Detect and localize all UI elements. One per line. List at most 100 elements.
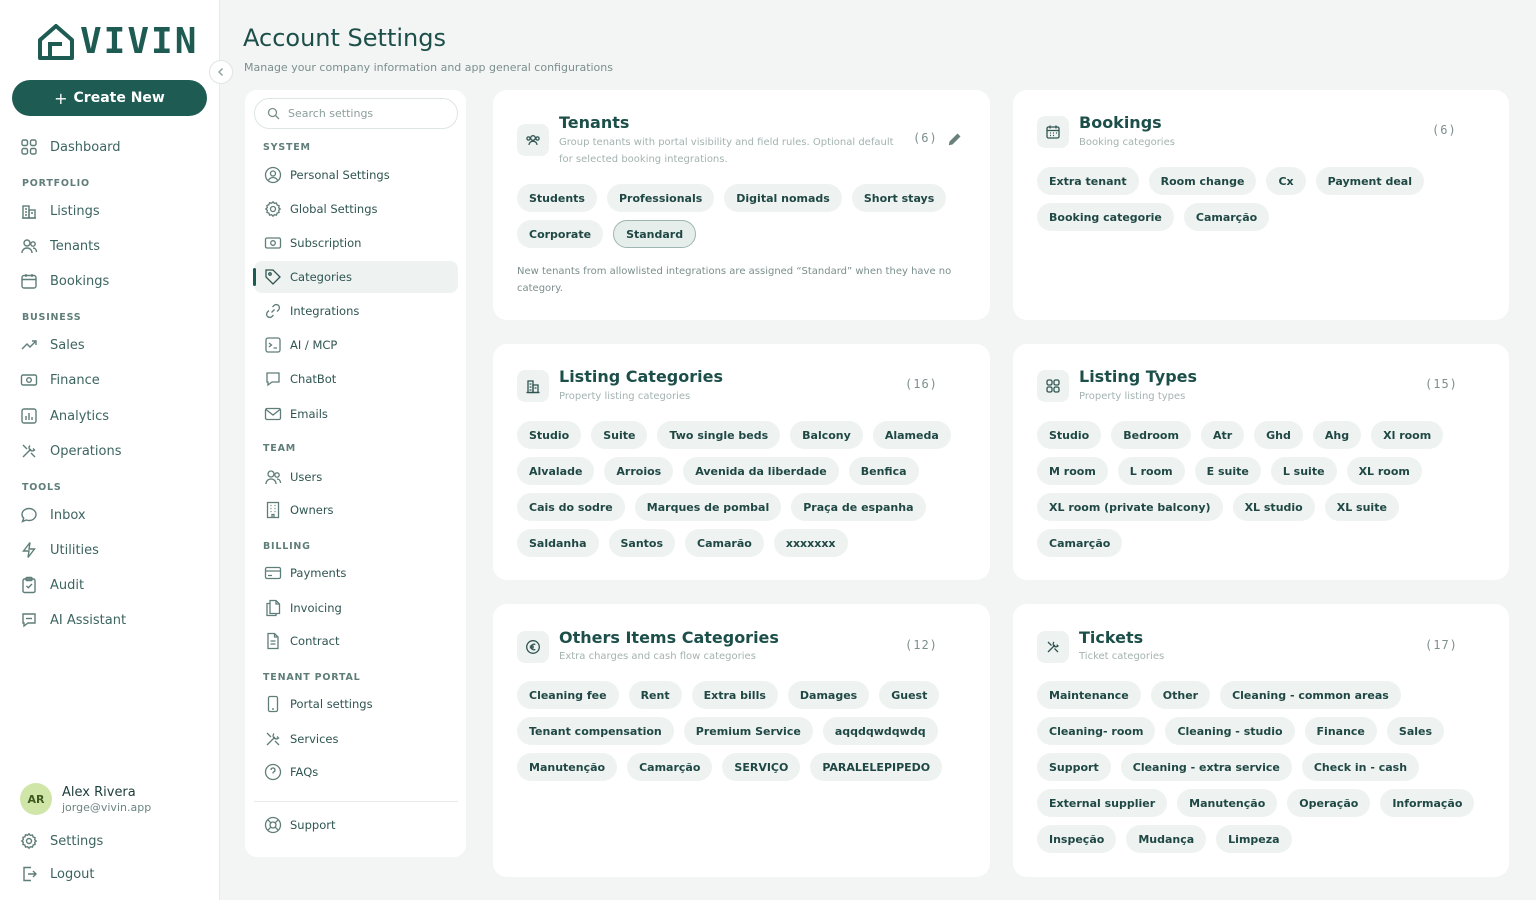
category-chip[interactable]: L room	[1117, 457, 1185, 485]
nav-item-inbox[interactable]: Inbox	[20, 503, 86, 527]
category-chip[interactable]: Finance	[1304, 717, 1377, 745]
category-chip[interactable]: XL suite	[1324, 493, 1399, 521]
category-chip[interactable]: Students	[517, 184, 597, 212]
search-input[interactable]	[288, 107, 438, 120]
category-chip[interactable]: Manutenção	[517, 753, 618, 781]
nav-item-finance[interactable]: Finance	[20, 368, 100, 392]
category-chip[interactable]: E suite	[1194, 457, 1261, 485]
category-chip[interactable]: Other	[1150, 681, 1211, 709]
category-chip[interactable]: Santos	[608, 529, 676, 557]
category-chip[interactable]: Praça de espanha	[791, 493, 926, 521]
category-chip[interactable]: Balcony	[790, 421, 863, 449]
create-new-button[interactable]: + Create New	[12, 80, 207, 116]
category-chip[interactable]: Rent	[628, 681, 682, 709]
menu-item-integrations[interactable]: Integrations	[254, 295, 458, 327]
category-chip[interactable]: Camarão	[685, 529, 764, 557]
category-chip[interactable]: Inspeção	[1037, 825, 1117, 853]
menu-item-contract[interactable]: Contract	[254, 625, 458, 657]
collapse-sidebar-button[interactable]	[209, 60, 233, 84]
category-chip[interactable]: Ghd	[1254, 421, 1303, 449]
category-chip[interactable]: Camarção	[1183, 203, 1270, 231]
category-chip[interactable]: L suite	[1270, 457, 1337, 485]
menu-item-services[interactable]: Services	[254, 723, 458, 755]
menu-item-subscription[interactable]: Subscription	[254, 227, 458, 259]
category-chip[interactable]: Support	[1037, 753, 1111, 781]
category-chip[interactable]: Atr	[1200, 421, 1245, 449]
category-chip[interactable]: Room change	[1148, 167, 1257, 195]
category-chip[interactable]: Camarção	[1037, 529, 1123, 557]
category-chip[interactable]: XL studio	[1232, 493, 1315, 521]
nav-item-analytics[interactable]: Analytics	[20, 404, 109, 428]
nav-item-utilities[interactable]: Utilities	[20, 538, 99, 562]
category-chip[interactable]: Cleaning - extra service	[1120, 753, 1292, 781]
category-chip[interactable]: Avenida da liberdade	[683, 457, 839, 485]
category-chip[interactable]: Short stays	[851, 184, 947, 212]
category-chip[interactable]: Operação	[1287, 789, 1371, 817]
category-chip[interactable]: Payment deal	[1315, 167, 1424, 195]
category-chip[interactable]: Limpeza	[1216, 825, 1292, 853]
category-chip[interactable]: External supplier	[1037, 789, 1168, 817]
menu-item-payments[interactable]: Payments	[254, 557, 458, 589]
menu-item-emails[interactable]: Emails	[254, 398, 458, 430]
nav-item-sales[interactable]: Sales	[20, 333, 85, 357]
category-chip[interactable]: Sales	[1386, 717, 1445, 745]
settings-search[interactable]	[254, 98, 458, 129]
category-chip[interactable]: Cais do sodre	[517, 493, 625, 521]
category-chip[interactable]: Cx	[1266, 167, 1306, 195]
category-chip[interactable]: Suite	[591, 421, 648, 449]
nav-item-dashboard[interactable]: Dashboard	[20, 135, 121, 159]
category-chip[interactable]: Ahg	[1312, 421, 1362, 449]
category-chip[interactable]: Two single beds	[657, 421, 781, 449]
category-chip[interactable]: Digital nomads	[724, 184, 842, 212]
menu-item-invoicing[interactable]: Invoicing	[254, 592, 458, 624]
category-chip[interactable]: Cleaning - common areas	[1220, 681, 1401, 709]
menu-item-portal-settings[interactable]: Portal settings	[254, 688, 458, 720]
category-chip[interactable]: Maintenance	[1037, 681, 1141, 709]
menu-item-users[interactable]: Users	[254, 461, 458, 493]
category-chip[interactable]: Bedroom	[1111, 421, 1191, 449]
category-chip[interactable]: M room	[1037, 457, 1108, 485]
menu-item-faqs[interactable]: FAQs	[254, 756, 458, 788]
nav-item-ai-assistant[interactable]: AI Assistant	[20, 608, 126, 632]
category-chip[interactable]: Arroios	[604, 457, 674, 485]
nav-item-logout[interactable]: Logout	[20, 862, 95, 886]
category-chip[interactable]: Booking categorie	[1037, 203, 1174, 231]
category-chip[interactable]: Cleaning - studio	[1165, 717, 1295, 745]
category-chip[interactable]: Cleaning fee	[517, 681, 619, 709]
user-profile[interactable]: AR Alex Rivera jorge@vivin.app	[20, 783, 151, 815]
category-chip[interactable]: Manutenção	[1177, 789, 1278, 817]
category-chip[interactable]: Xl room	[1371, 421, 1444, 449]
category-chip[interactable]: Extra bills	[691, 681, 778, 709]
category-chip[interactable]: aqqdqwdqwdq	[822, 717, 938, 745]
category-chip[interactable]: Cleaning- room	[1037, 717, 1156, 745]
menu-item-chatbot[interactable]: ChatBot	[254, 363, 458, 395]
category-chip[interactable]: Extra tenant	[1037, 167, 1139, 195]
category-chip-default[interactable]: Standard	[613, 220, 697, 248]
category-chip[interactable]: Studio	[1037, 421, 1102, 449]
menu-item-global-settings[interactable]: Global Settings	[254, 193, 458, 225]
category-chip[interactable]: Marques de pombal	[634, 493, 782, 521]
nav-item-operations[interactable]: Operations	[20, 439, 121, 463]
category-chip[interactable]: Informação	[1380, 789, 1475, 817]
category-chip[interactable]: Alameda	[872, 421, 951, 449]
category-chip[interactable]: Premium Service	[683, 717, 813, 745]
menu-item-categories[interactable]: Categories	[253, 261, 458, 293]
category-chip[interactable]: Tenant compensation	[517, 717, 674, 745]
category-chip[interactable]: Check in - cash	[1301, 753, 1420, 781]
category-chip[interactable]: SERVIÇO	[722, 753, 801, 781]
category-chip[interactable]: Mudança	[1126, 825, 1207, 853]
menu-item-ai-mcp[interactable]: AI / MCP	[254, 329, 458, 361]
menu-item-personal-settings[interactable]: Personal Settings	[254, 159, 458, 191]
category-chip[interactable]: Camarção	[627, 753, 713, 781]
category-chip[interactable]: Professionals	[606, 184, 715, 212]
brand-logo[interactable]: VIVIN	[36, 22, 198, 62]
category-chip[interactable]: Damages	[787, 681, 870, 709]
category-chip[interactable]: XL room	[1346, 457, 1422, 485]
category-chip[interactable]: Guest	[879, 681, 940, 709]
category-chip[interactable]: XL room (private balcony)	[1037, 493, 1223, 521]
category-chip[interactable]: PARALELEPIPEDO	[810, 753, 943, 781]
nav-item-settings[interactable]: Settings	[20, 829, 103, 853]
category-chip[interactable]: Studio	[517, 421, 582, 449]
category-chip[interactable]: Saldanha	[517, 529, 599, 557]
category-chip[interactable]: xxxxxxx	[773, 529, 848, 557]
